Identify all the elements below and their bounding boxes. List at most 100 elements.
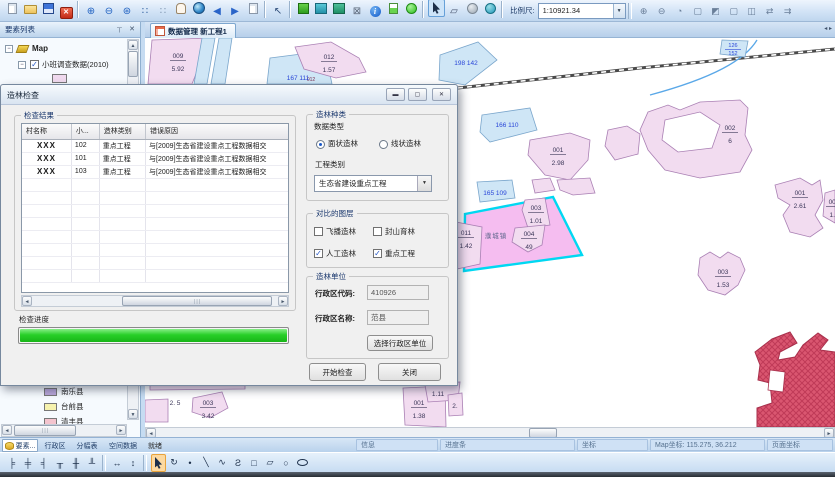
distribute-horizontal-icon[interactable]: ↔ [110, 454, 125, 472]
parcel-blob-1[interactable] [532, 178, 555, 193]
column-header[interactable]: 造林类别 [99, 124, 145, 139]
previous-extent-icon[interactable]: ◀ [209, 3, 226, 21]
align-middle-icon[interactable]: ╫ [69, 454, 84, 472]
view-box-2-icon[interactable]: ◩ [707, 2, 724, 20]
legend-item[interactable]: 台前县 [44, 401, 84, 412]
point-tool-icon[interactable]: • [183, 454, 198, 472]
sidebar-horizontal-scrollbar[interactable]: ◄ | | | ► [1, 424, 127, 437]
checkbox-icon[interactable] [314, 227, 323, 236]
collapse-icon[interactable]: − [18, 61, 26, 69]
polyline-tool-icon[interactable]: Ƨ [231, 454, 246, 472]
rectangle-tool-icon[interactable]: □ [247, 454, 262, 472]
swap-view-icon[interactable]: ⇄ [761, 2, 778, 20]
select-polygon-icon[interactable]: ▱ [446, 3, 463, 21]
start-check-button[interactable]: 开始检查 [309, 363, 366, 381]
maximize-icon[interactable]: ▢ [408, 88, 427, 101]
data-layer-icon[interactable] [295, 0, 312, 18]
select-tool-icon[interactable] [151, 454, 166, 472]
radio-line-afforestation[interactable]: 线状造林 [379, 138, 421, 149]
distribute-vertical-icon[interactable]: ↕ [126, 454, 141, 472]
table-horizontal-scrollbar[interactable]: ◄ | | | ► [21, 295, 289, 307]
radio-icon[interactable] [379, 140, 388, 149]
align-left-icon[interactable]: ╞ [5, 454, 20, 472]
collapse-icon[interactable]: − [5, 45, 13, 53]
view-box-3-icon[interactable]: ▢ [725, 2, 742, 20]
checkbox-icon[interactable] [373, 227, 382, 236]
table-row[interactable]: XXX101重点工程与[2009]生态省建设重点工程数据相交 [22, 152, 289, 165]
align-top-icon[interactable]: ╥ [53, 454, 68, 472]
dialog-titlebar[interactable]: 造林检查 ▬ ▢ ✕ [1, 85, 457, 105]
tree-node-map[interactable]: − Map [5, 44, 48, 53]
table-row[interactable]: XXX102重点工程与[2009]生态省建设重点工程数据相交 [22, 139, 289, 152]
scroll-up-icon[interactable]: ▲ [128, 40, 138, 50]
zoom-rectangle-icon[interactable]: ⊛ [119, 3, 136, 21]
check-results-table[interactable]: 村名称小...造林类别错误原因XXX102重点工程与[2009]生态省建设重点工… [21, 123, 289, 293]
one-to-one-icon[interactable]: ◫ [743, 2, 760, 20]
close-button[interactable]: 关闭 [378, 363, 441, 381]
scroll-down-icon[interactable]: ▼ [128, 409, 138, 419]
identify-info-icon[interactable]: i [367, 3, 384, 21]
panel-tab-3[interactable]: 分幅表 [72, 439, 102, 452]
column-header[interactable]: 小... [71, 124, 99, 139]
panel-tab-1[interactable]: 要素... [2, 439, 38, 452]
ellipse-tool-icon[interactable] [295, 454, 310, 472]
rotate-tool-icon[interactable]: ↻ [167, 454, 182, 472]
pan-icon[interactable] [173, 0, 190, 18]
view-box-1-icon[interactable]: ▢ [689, 2, 706, 20]
select-admin-unit-button[interactable]: 选择行政区单位 [367, 335, 433, 351]
window-pan-icon[interactable]: ◔ [671, 2, 688, 20]
checkbox-manual-afforestation[interactable]: ✓ 人工造林 [314, 248, 356, 259]
zoom-in-icon[interactable]: ⊕ [83, 3, 100, 21]
clear-selection-icon[interactable]: ⊠ [349, 3, 366, 21]
admin-code-field[interactable]: 410926 [367, 285, 429, 300]
checkbox-checked-icon[interactable]: ✓ [373, 249, 382, 258]
parcel-small-rect[interactable] [145, 399, 168, 422]
close-panel-icon[interactable]: ✕ [126, 24, 138, 36]
admin-name-field[interactable]: 范县 [367, 310, 429, 325]
checkbox-key-project[interactable]: ✓ 重点工程 [373, 248, 415, 259]
panel-tab-4[interactable]: 空间数据 [104, 439, 142, 452]
data-sync-icon[interactable] [313, 0, 330, 18]
align-center-icon[interactable]: ╪ [21, 454, 36, 472]
tab-scroll-icons[interactable]: ◂ ▸ [824, 25, 832, 32]
circle-tool-icon[interactable]: ○ [279, 454, 294, 472]
tool-disabled-icon[interactable] [464, 0, 481, 18]
new-document-icon[interactable] [4, 0, 21, 18]
select-by-graphics-icon[interactable]: ↖ [270, 3, 287, 21]
checkbox-fly-seeding[interactable]: 飞播造林 [314, 226, 356, 237]
radio-selected-icon[interactable] [316, 140, 325, 149]
curve-tool-icon[interactable]: ∿ [215, 454, 230, 472]
world-view-icon[interactable] [482, 0, 499, 18]
checkbox-checked-icon[interactable]: ✓ [314, 249, 323, 258]
data-export-icon[interactable] [331, 0, 348, 18]
close-project-icon[interactable]: ✕ [58, 4, 75, 22]
chevron-down-icon[interactable]: ▼ [417, 176, 431, 191]
pin-icon[interactable]: ⊢ [112, 24, 124, 36]
radio-area-afforestation[interactable]: 面状造林 [316, 138, 358, 149]
window-zoom-out-icon[interactable]: ⊖ [653, 2, 670, 20]
window-zoom-in-icon[interactable]: ⊕ [635, 2, 652, 20]
zoom-out-icon[interactable]: ⊖ [101, 3, 118, 21]
refresh-view-icon[interactable]: ⇉ [779, 2, 796, 20]
scroll-left-icon[interactable]: ◄ [2, 425, 12, 435]
layer-visibility-checkbox[interactable]: ✓ [30, 60, 39, 69]
legend-item[interactable]: 南乐县 [44, 386, 84, 397]
select-arrow-icon[interactable] [428, 0, 445, 17]
status-lamp-icon[interactable] [403, 0, 420, 18]
fixed-zoom-in-icon[interactable]: ∷ [137, 3, 154, 21]
panel-tab-2[interactable]: 行政区 [40, 439, 70, 452]
fixed-zoom-out-icon[interactable]: ∷ [155, 3, 172, 21]
scale-combobox[interactable]: 1:10921.34 ▼ [538, 3, 626, 19]
minimize-icon[interactable]: ▬ [386, 88, 405, 101]
parcel-blob-2[interactable] [557, 178, 595, 195]
next-extent-icon[interactable]: ▶ [227, 3, 244, 21]
full-extent-icon[interactable] [191, 0, 208, 17]
column-header[interactable]: 村名称 [22, 124, 71, 139]
checkbox-closed-hills[interactable]: 封山育林 [373, 226, 415, 237]
save-project-icon[interactable] [40, 0, 57, 18]
scroll-right-icon[interactable]: ► [278, 296, 288, 306]
polygon-tool-icon[interactable]: ▱ [263, 454, 278, 472]
column-header[interactable]: 错误原因 [146, 124, 289, 139]
parcel-unlabeled[interactable] [605, 126, 640, 160]
project-type-combobox[interactable]: 生态省建设重点工程 ▼ [314, 175, 432, 192]
